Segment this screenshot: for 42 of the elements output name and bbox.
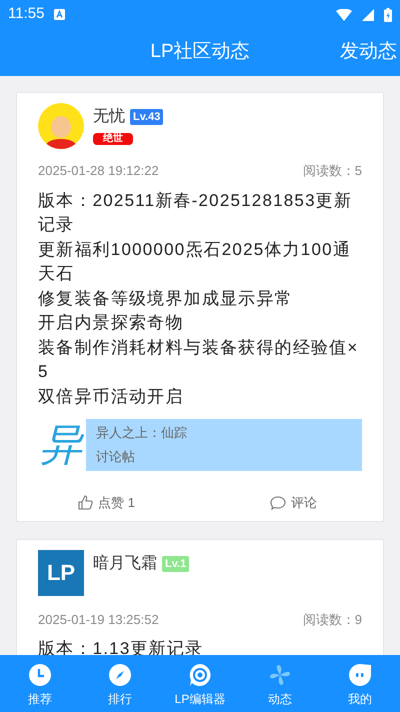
nav-tab[interactable]: LP编辑器 xyxy=(160,655,240,712)
read-count: 阅读数：5 xyxy=(302,162,362,180)
game-logo: 异 xyxy=(38,420,84,470)
wifi-icon xyxy=(336,8,352,20)
notification-icon xyxy=(54,9,66,20)
comment-icon xyxy=(270,496,286,510)
post-text-line: 更新福利1000000炁石2025体力100通天石 xyxy=(38,238,352,285)
post-text-line: 版本：202511新春-20251281853更新记录 xyxy=(38,190,354,236)
post-date: 2025-01-19 13:25:52 xyxy=(38,610,159,628)
avatar-logo[interactable]: LP xyxy=(38,550,84,596)
chat-face-icon xyxy=(348,663,372,687)
level-badge: Lv.1 xyxy=(162,556,190,572)
level-badge: Lv.43 xyxy=(130,109,164,125)
author-name[interactable]: 暗月飞霜 xyxy=(93,552,157,576)
like-button[interactable]: 点赞 1 xyxy=(38,493,185,512)
nav-tab[interactable]: 推荐 xyxy=(0,655,80,712)
post-text-line: 修复装备等级境界加成显示异常 xyxy=(38,288,294,310)
compass-icon xyxy=(108,663,132,687)
linked-topic-card[interactable]: 异人之上：仙踪 讨论帖 xyxy=(86,419,362,471)
post-text-line: 双倍异币活动开启 xyxy=(38,386,185,408)
pinwheel-icon xyxy=(268,663,292,687)
nav-tab[interactable]: 排行 xyxy=(80,655,160,712)
page-title: LP社区动态 xyxy=(150,40,250,64)
author-name[interactable]: 无忧 xyxy=(93,105,125,129)
status-time: 11:55 xyxy=(8,4,44,24)
avatar-figure[interactable] xyxy=(38,103,84,149)
thumbs-up-icon xyxy=(78,495,94,510)
nav-tab[interactable]: 我的 xyxy=(320,655,400,712)
read-count: 阅读数：9 xyxy=(302,610,362,628)
clock-icon xyxy=(28,663,52,687)
comment-button[interactable]: 评论 xyxy=(185,493,362,512)
chat-target-icon xyxy=(188,663,212,687)
topic-title: 异人之上：仙踪 xyxy=(96,424,188,442)
post-date: 2025-01-28 19:12:22 xyxy=(38,162,159,180)
rank-badge: 绝世 xyxy=(93,133,133,145)
topic-subtitle: 讨论帖 xyxy=(96,448,136,466)
post-text-line: 开启内景探索奇物 xyxy=(38,312,185,334)
post-button[interactable]: 发动态 xyxy=(340,38,397,67)
battery-icon xyxy=(384,8,392,22)
post-text-line: 装备制作消耗材料与装备获得的经验值×5 xyxy=(38,336,360,383)
nav-tab[interactable]: 动态 xyxy=(240,655,320,712)
signal-icon xyxy=(362,8,374,20)
